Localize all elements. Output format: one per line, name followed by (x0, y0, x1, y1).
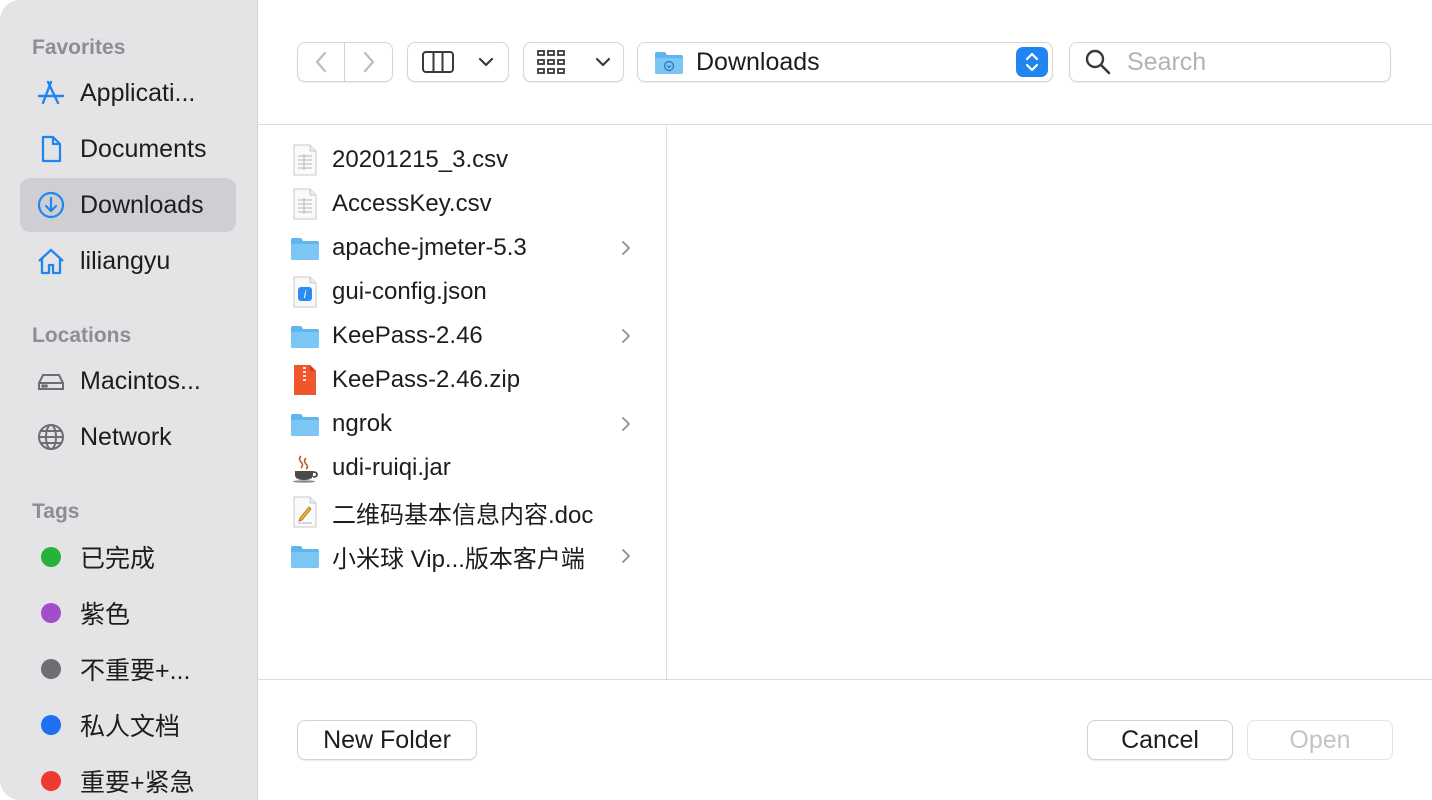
sidebar-item-documents[interactable]: Documents (20, 122, 236, 176)
sidebar-tag-item[interactable]: 不重要+... (20, 642, 236, 696)
group-button[interactable] (523, 42, 624, 82)
chevron-down-icon (595, 57, 610, 67)
toolbar: Downloads (258, 0, 1432, 125)
sidebar-item-label: Applicati... (80, 78, 196, 107)
chevron-right-icon (622, 417, 630, 431)
json-file-icon: i (290, 275, 320, 309)
file-name: KeePass-2.46.zip (332, 366, 521, 393)
sidebar-item-macintosh-hd[interactable]: Macintos... (20, 354, 236, 408)
cancel-button[interactable]: Cancel (1087, 720, 1233, 760)
up-down-arrows-icon (1025, 52, 1039, 72)
path-popup[interactable]: Downloads (637, 42, 1053, 82)
grid-icon (536, 50, 565, 74)
folder-row[interactable]: 小米球 Vip...版本客户端 (258, 534, 666, 578)
svg-text:i: i (303, 288, 306, 301)
sidebar-item-applications[interactable]: Applicati... (20, 66, 236, 120)
file-name: AccessKey.csv (332, 190, 492, 217)
chevron-right-icon (622, 241, 630, 255)
search-input[interactable] (1127, 47, 1377, 77)
file-name: udi-ruiqi.jar (332, 454, 451, 481)
folder-icon (290, 231, 320, 265)
open-file-dialog: Favorites Applicati... Documents Downloa… (0, 0, 1432, 800)
sidebar-item-label: Downloads (80, 190, 204, 219)
path-label: Downloads (696, 47, 820, 76)
file-column: 20201215_3.csv AccessKey.csv apache-jmet… (258, 126, 667, 679)
downloads-folder-icon (655, 52, 683, 74)
open-button[interactable]: Open (1247, 720, 1393, 760)
back-button[interactable] (297, 42, 345, 82)
preview-column (668, 126, 1432, 679)
search-field[interactable] (1069, 42, 1391, 82)
sidebar-item-label: 重要+紧急 (80, 769, 195, 797)
chevron-down-icon (478, 57, 494, 67)
sidebar-tag-item[interactable]: 私人文档 (20, 698, 236, 752)
hard-drive-icon (36, 366, 66, 396)
chevron-right-icon (622, 549, 630, 563)
download-circle-icon (36, 190, 66, 220)
sidebar: Favorites Applicati... Documents Downloa… (0, 0, 258, 800)
file-row[interactable]: 二维码基本信息内容.doc (258, 490, 666, 534)
doc-file-icon (290, 495, 320, 529)
file-name: 20201215_3.csv (332, 146, 509, 173)
chevron-right-icon (363, 51, 374, 73)
chevron-right-icon (622, 329, 630, 343)
tag-color-dot (41, 771, 61, 791)
file-row[interactable]: 20201215_3.csv (258, 138, 666, 182)
file-row[interactable]: KeePass-2.46.zip (258, 358, 666, 402)
path-stepper[interactable] (1016, 47, 1048, 77)
file-row[interactable]: i gui-config.json (258, 270, 666, 314)
folder-row[interactable]: apache-jmeter-5.3 (258, 226, 666, 270)
sidebar-item-label: 已完成 (80, 545, 156, 573)
sidebar-item-label: 不重要+... (80, 657, 191, 685)
tag-color-dot (41, 715, 61, 735)
new-folder-button[interactable]: New Folder (297, 720, 477, 760)
folder-row[interactable]: ngrok (258, 402, 666, 446)
dialog-footer: New Folder Cancel Open (258, 679, 1432, 800)
java-cup-icon (290, 451, 320, 485)
tag-color-dot (41, 603, 61, 623)
locations-header: Locations (32, 324, 132, 347)
tag-color-dot (41, 547, 61, 567)
sidebar-item-home[interactable]: liliangyu (20, 234, 236, 288)
tags-header: Tags (32, 500, 80, 523)
folder-icon (290, 319, 320, 353)
sidebar-tag-item[interactable]: 重要+紧急 (20, 754, 236, 800)
sidebar-item-label: liliangyu (80, 246, 171, 275)
sidebar-tag-item[interactable]: 已完成 (20, 530, 236, 584)
file-row[interactable]: AccessKey.csv (258, 182, 666, 226)
sidebar-item-network[interactable]: Network (20, 410, 236, 464)
file-name: apache-jmeter-5.3 (332, 234, 527, 261)
home-icon (36, 246, 66, 276)
tag-color-dot (41, 659, 61, 679)
favorites-header: Favorites (32, 36, 126, 59)
file-name: 小米球 Vip...版本客户端 (332, 545, 585, 573)
sidebar-item-label: 私人文档 (80, 713, 181, 741)
file-name: 二维码基本信息内容.doc (332, 501, 594, 529)
csv-file-icon (290, 143, 320, 177)
file-name: KeePass-2.46 (332, 322, 483, 349)
zip-file-icon (290, 363, 320, 397)
globe-icon (36, 422, 66, 452)
columns-view-icon (422, 51, 454, 73)
folder-icon (290, 539, 320, 573)
folder-icon (290, 407, 320, 441)
sidebar-item-label: 紫色 (80, 601, 131, 629)
app-store-icon (36, 78, 66, 108)
file-name: ngrok (332, 410, 393, 437)
forward-button[interactable] (345, 42, 393, 82)
sidebar-item-label: Documents (80, 134, 207, 163)
document-icon (36, 134, 66, 164)
folder-row[interactable]: KeePass-2.46 (258, 314, 666, 358)
chevron-left-icon (315, 51, 327, 73)
file-name: gui-config.json (332, 278, 487, 305)
file-row[interactable]: udi-ruiqi.jar (258, 446, 666, 490)
search-icon (1085, 49, 1111, 75)
sidebar-item-downloads[interactable]: Downloads (20, 178, 236, 232)
view-mode-button[interactable] (407, 42, 509, 82)
csv-file-icon (290, 187, 320, 221)
sidebar-item-label: Macintos... (80, 366, 201, 395)
sidebar-tag-item[interactable]: 紫色 (20, 586, 236, 640)
sidebar-item-label: Network (80, 422, 172, 451)
